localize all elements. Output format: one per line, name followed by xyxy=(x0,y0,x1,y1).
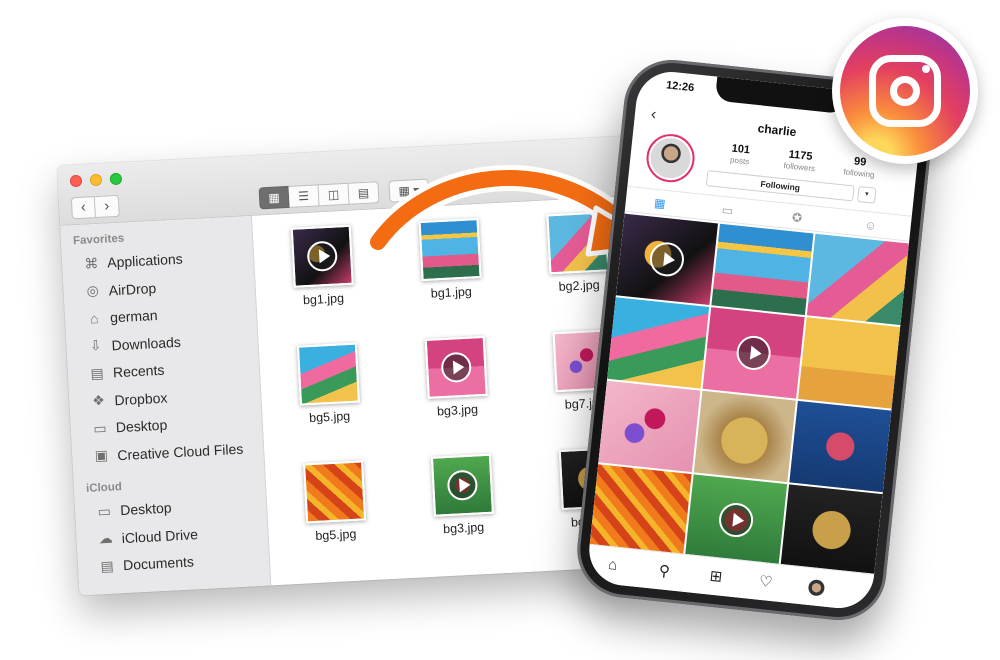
play-icon xyxy=(717,501,755,539)
search-icon[interactable]: ⚲ xyxy=(652,561,676,583)
list-view-button[interactable]: ☰ xyxy=(288,184,320,208)
phone-notch xyxy=(714,76,847,115)
forward-button[interactable]: › xyxy=(94,194,120,219)
file-name: bg5.jpg xyxy=(308,409,351,426)
file-name: bg5.jpg xyxy=(314,526,357,543)
file-name: bg1.jpg xyxy=(302,291,345,308)
post-thumbnail[interactable] xyxy=(798,317,901,409)
sidebar-item-label: Desktop xyxy=(119,499,172,519)
desktop-icon: ▭ xyxy=(97,502,112,519)
applications-icon: ⌘ xyxy=(83,254,99,272)
profile-avatar[interactable] xyxy=(644,131,697,185)
home-icon[interactable]: ⌂ xyxy=(601,555,625,577)
documents-icon: ▤ xyxy=(100,557,115,574)
status-time: 12:26 xyxy=(665,79,695,95)
profile-stat-followers[interactable]: 1175 followers xyxy=(770,147,830,175)
sidebar-item-german[interactable]: ⌂ german xyxy=(85,304,159,330)
sidebar-item-label: AirDrop xyxy=(108,279,157,298)
promo-canvas: ‹ › ▦ ☰ ◫ ▤ ▦ ▾ Favorites ⌘ Applications ◎… xyxy=(0,0,1000,660)
instagram-logo xyxy=(832,18,978,164)
cloud-icon: ☁ xyxy=(98,529,114,547)
sidebar-item-recents[interactable]: ▤ Recents xyxy=(87,359,165,385)
file-name: bg1.jpg xyxy=(430,284,473,301)
favorites-heading: Favorites xyxy=(72,232,125,248)
activity-heart-icon[interactable]: ♡ xyxy=(754,571,778,593)
guides-tab-icon[interactable]: ✪ xyxy=(786,208,808,228)
sidebar-item-label: Creative Cloud Files xyxy=(116,440,244,463)
file-item[interactable]: bg5.jpg xyxy=(277,459,393,575)
sidebar-item-label: Applications xyxy=(106,250,184,271)
grid-tab-icon[interactable]: ▦ xyxy=(649,193,671,213)
new-post-icon[interactable]: ⊞ xyxy=(704,566,728,588)
airdrop-icon: ◎ xyxy=(86,281,100,299)
file-item[interactable]: bg3.jpg xyxy=(399,335,515,451)
close-window-button[interactable] xyxy=(69,174,83,188)
column-view-button[interactable]: ◫ xyxy=(318,182,350,207)
sidebar-item-downloads[interactable]: ⇩ Downloads xyxy=(86,330,181,357)
icon-view-button[interactable]: ▦ xyxy=(258,185,290,210)
igtv-tab-icon[interactable]: ▭ xyxy=(717,200,739,220)
play-icon xyxy=(306,240,339,273)
finder-sidebar: Favorites ⌘ Applications ◎ AirDrop ⌂ german ⇩ D… xyxy=(60,215,272,596)
file-name: bg3.jpg xyxy=(436,402,479,419)
downloads-icon: ⇩ xyxy=(89,336,102,354)
desktop-icon: ▭ xyxy=(92,419,107,436)
post-thumbnail[interactable] xyxy=(615,213,718,306)
file-item[interactable]: bg5.jpg xyxy=(271,341,387,457)
post-thumbnail[interactable] xyxy=(711,223,814,316)
post-thumbnail[interactable] xyxy=(589,464,692,556)
back-button[interactable]: ‹ xyxy=(70,196,96,220)
sidebar-item-airdrop[interactable]: ◎ AirDrop xyxy=(83,276,157,302)
file-thumbnail xyxy=(424,335,488,399)
sidebar-item-icloud-drive[interactable]: ☁ iCloud Drive xyxy=(96,523,198,550)
sidebar-item-desktop[interactable]: ▭ Desktop xyxy=(95,496,172,522)
file-thumbnail xyxy=(290,224,354,288)
sidebar-item-label: Downloads xyxy=(111,333,182,353)
post-thumbnail[interactable] xyxy=(598,380,701,473)
folder-icon: ▣ xyxy=(94,446,109,464)
posts-grid xyxy=(589,213,909,576)
recents-icon: ▤ xyxy=(89,364,105,382)
post-thumbnail[interactable] xyxy=(789,400,892,493)
tagged-tab-icon[interactable]: ☺ xyxy=(860,215,882,235)
file-thumbnail xyxy=(296,342,360,406)
sidebar-item-creative-cloud-files[interactable]: ▣ Creative Cloud Files xyxy=(92,437,244,467)
home-icon: ⌂ xyxy=(89,310,99,327)
file-item[interactable]: bg3.jpg xyxy=(405,452,521,568)
follow-dropdown-button[interactable]: ▾ xyxy=(856,185,877,204)
sidebar-item-desktop[interactable]: ▭ Desktop xyxy=(90,414,168,440)
play-icon xyxy=(440,351,473,384)
zoom-window-button[interactable] xyxy=(109,172,123,186)
sidebar-item-dropbox[interactable]: ❖ Dropbox xyxy=(89,386,168,412)
sidebar-item-label: Recents xyxy=(112,361,165,381)
play-icon xyxy=(734,334,773,372)
sidebar-item-label: Dropbox xyxy=(114,389,168,408)
profile-stat-posts[interactable]: 101 posts xyxy=(710,140,770,168)
post-thumbnail[interactable] xyxy=(607,297,710,389)
play-icon xyxy=(446,469,479,501)
sidebar-item-applications[interactable]: ⌘ Applications xyxy=(82,248,184,275)
file-thumbnail xyxy=(303,460,367,524)
dropbox-icon: ❖ xyxy=(91,391,106,409)
post-thumbnail[interactable] xyxy=(693,390,796,483)
sidebar-item-documents[interactable]: ▤ Documents xyxy=(98,550,195,577)
play-icon xyxy=(648,240,686,279)
sidebar-item-label: german xyxy=(109,306,158,326)
sidebar-item-label: Desktop xyxy=(115,416,168,436)
post-thumbnail[interactable] xyxy=(702,307,805,399)
minimize-window-button[interactable] xyxy=(89,173,103,187)
post-thumbnail[interactable] xyxy=(780,484,883,576)
profile-tab-avatar[interactable] xyxy=(807,578,826,597)
file-thumbnail xyxy=(430,453,494,517)
sidebar-item-label: Documents xyxy=(122,553,195,574)
icloud-heading: iCloud xyxy=(85,481,123,495)
post-thumbnail[interactable] xyxy=(806,233,909,326)
post-thumbnail[interactable] xyxy=(685,474,788,566)
sidebar-item-label: iCloud Drive xyxy=(121,525,199,546)
file-name: bg3.jpg xyxy=(442,520,485,537)
